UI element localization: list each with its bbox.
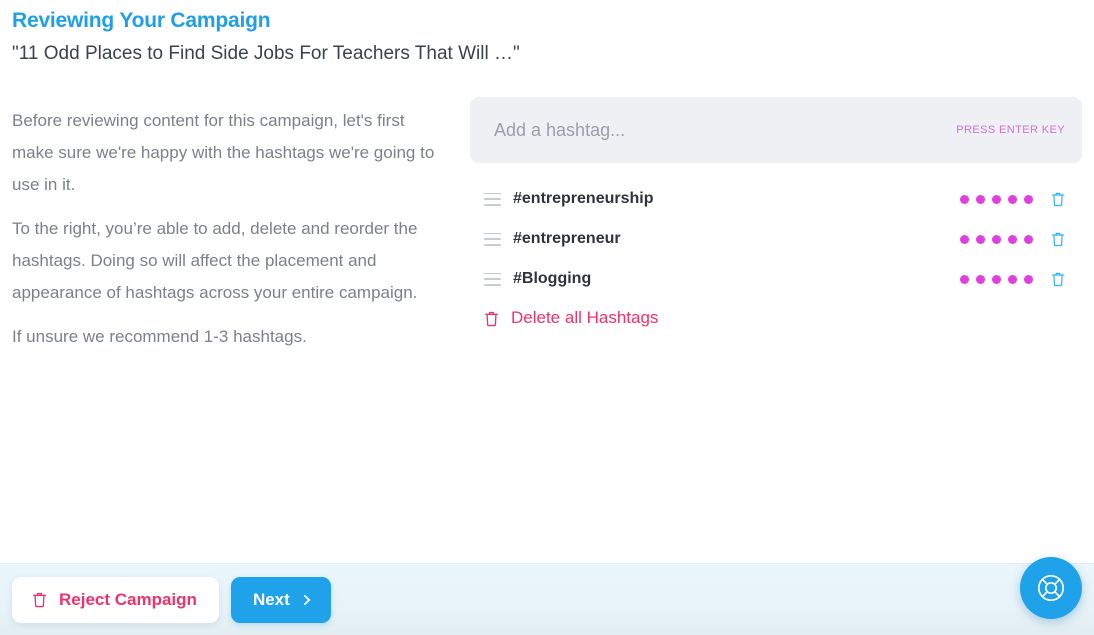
lifebuoy-icon: [1034, 571, 1068, 605]
drag-handle-icon[interactable]: [484, 232, 501, 246]
press-enter-hint: PRESS ENTER KEY: [956, 124, 1065, 136]
help-support-button[interactable]: [1020, 557, 1082, 619]
strength-dot: [992, 274, 1001, 284]
drag-handle-icon[interactable]: [484, 192, 501, 206]
trash-icon[interactable]: [1051, 191, 1065, 207]
strength-dot: [976, 274, 985, 284]
reject-campaign-button[interactable]: Reject Campaign: [12, 576, 219, 623]
trash-icon[interactable]: [1051, 271, 1065, 287]
hashtag-strength-dots: [960, 234, 1033, 244]
delete-all-hashtags-label: Delete all Hashtags: [511, 308, 659, 327]
chevron-right-icon: [301, 594, 313, 606]
trash-icon[interactable]: [1051, 231, 1065, 247]
hashtag-label: #entrepreneurship: [513, 190, 654, 207]
instruction-paragraph-1: Before reviewing content for this campai…: [12, 111, 435, 194]
strength-dot: [1024, 194, 1033, 204]
strength-dot: [992, 194, 1001, 204]
hashtag-editor-panel: PRESS ENTER KEY #entrepreneurship: [470, 97, 1082, 328]
hashtag-input-container[interactable]: PRESS ENTER KEY: [470, 97, 1082, 163]
campaign-subtitle: "11 Odd Places to Find Side Jobs For Tea…: [12, 43, 520, 64]
instructions-panel: Before reviewing content for this campai…: [12, 97, 458, 353]
strength-dot: [1008, 274, 1017, 284]
instruction-paragraph-2: To the right, you’re able to add, delete…: [12, 219, 418, 302]
strength-dot: [976, 234, 985, 244]
strength-dot: [1024, 234, 1033, 244]
instruction-paragraph-3: If unsure we recommend 1-3 hashtags.: [12, 327, 307, 346]
content-columns: Before reviewing content for this campai…: [0, 97, 1094, 353]
strength-dot: [1024, 274, 1033, 284]
reject-campaign-label: Reject Campaign: [59, 589, 197, 609]
next-button-label: Next: [252, 589, 290, 609]
hashtag-list: #entrepreneurship #entrepreneur #Bloggin…: [470, 179, 1082, 299]
next-button[interactable]: Next: [230, 576, 331, 623]
strength-dot: [1008, 194, 1017, 204]
bottom-action-bar: Reject Campaign Next: [0, 563, 1094, 635]
hashtag-row[interactable]: #entrepreneurship: [470, 179, 1082, 219]
hashtag-strength-dots: [960, 274, 1033, 284]
trash-icon: [32, 591, 47, 608]
hashtag-row[interactable]: #entrepreneur: [470, 219, 1082, 259]
strength-dot: [960, 234, 969, 244]
page-header: Reviewing Your Campaign "11 Odd Places t…: [0, 0, 1094, 67]
strength-dot: [960, 274, 969, 284]
page-title: Reviewing Your Campaign: [12, 9, 271, 32]
drag-handle-icon[interactable]: [484, 272, 501, 286]
hashtag-strength-dots: [960, 194, 1033, 204]
strength-dot: [976, 194, 985, 204]
hashtag-label: #Blogging: [513, 270, 592, 287]
strength-dot: [992, 234, 1001, 244]
hashtag-label: #entrepreneur: [513, 230, 621, 247]
trash-icon: [484, 310, 499, 327]
hashtag-input[interactable]: [492, 110, 945, 150]
hashtag-row[interactable]: #Blogging: [470, 259, 1082, 299]
strength-dot: [960, 194, 969, 204]
strength-dot: [1008, 234, 1017, 244]
delete-all-hashtags-button[interactable]: Delete all Hashtags: [470, 308, 658, 328]
